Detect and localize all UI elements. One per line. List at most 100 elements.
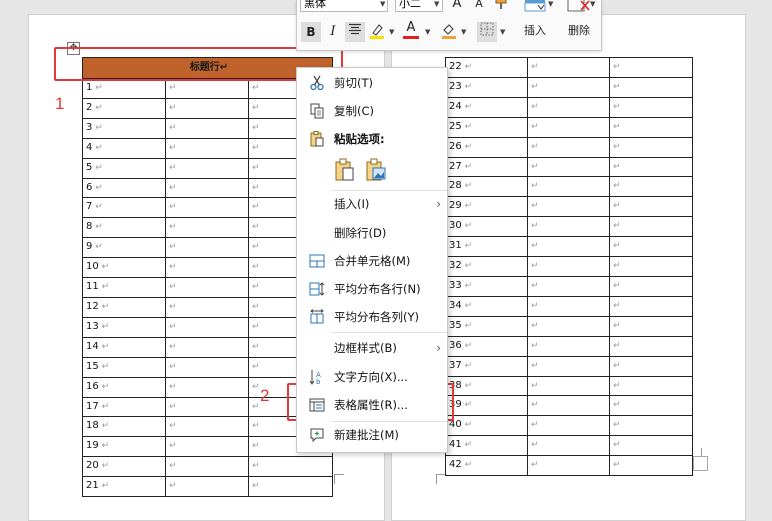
table-row[interactable]: 3 ↵ ↵ ↵ [82, 117, 334, 139]
table-cell[interactable]: ↵ [165, 157, 249, 179]
table-row[interactable]: 32 ↵ ↵ ↵ [445, 256, 693, 277]
table-right[interactable]: 22 ↵ ↵ ↵ 23 ↵ ↵ ↵ 24 ↵ ↵ ↵ 25 ↵ ↵ ↵ 26 ↵ ↵ ↵… [445, 57, 693, 477]
menu-item-text-direction[interactable]: Ab 文字方向(X)... [297, 365, 447, 389]
table-cell[interactable]: ↵ [165, 376, 249, 398]
table-cell[interactable]: ↵ [609, 415, 693, 437]
table-row[interactable]: 21 ↵ ↵ ↵ [82, 476, 334, 498]
table-row[interactable]: 15 ↵ ↵ ↵ [82, 356, 334, 378]
table-cell[interactable]: 23 ↵ [445, 76, 528, 98]
table-cell[interactable]: ↵ [609, 156, 693, 178]
table-cell[interactable]: ↵ [527, 315, 610, 337]
table-cell[interactable]: ↵ [609, 176, 693, 198]
table-cell[interactable]: ↵ [527, 57, 610, 78]
table-cell[interactable]: ↵ [527, 395, 610, 417]
font-name-select[interactable]: 黑体 [300, 0, 388, 12]
table-row[interactable]: 38 ↵ ↵ ↵ [445, 375, 693, 397]
chevron-down-icon[interactable]: ▼ [500, 28, 505, 36]
table-cell[interactable]: ↵ [609, 295, 693, 317]
table-cell[interactable]: ↵ [609, 315, 693, 337]
table-row[interactable]: 10 ↵ ↵ ↵ [82, 257, 334, 279]
table-cell[interactable]: 41 ↵ [445, 435, 528, 457]
table-cell[interactable]: 13 ↵ [82, 316, 166, 338]
table-cell[interactable]: 7 ↵ [82, 197, 166, 219]
table-cell[interactable]: ↵ [527, 275, 610, 297]
menu-item-insert[interactable]: 插入(I) › [297, 192, 447, 216]
table-cell[interactable]: 34 ↵ [445, 295, 528, 317]
menu-item-merge-cells[interactable]: 合并单元格(M) [297, 249, 447, 273]
table-cell[interactable]: ↵ [165, 436, 249, 458]
table-row[interactable]: 36 ↵ ↵ ↵ [445, 335, 693, 357]
table-cell[interactable]: ↵ [609, 96, 693, 118]
table-cell[interactable]: 18 ↵ [82, 416, 166, 438]
highlight-icon[interactable] [367, 22, 387, 42]
table-cell[interactable]: 3 ↵ [82, 117, 166, 139]
table-cell[interactable]: ↵ [527, 355, 610, 377]
shading-icon[interactable] [439, 22, 459, 42]
table-cell[interactable]: ↵ [165, 296, 249, 318]
table-cell[interactable]: ↵ [527, 96, 610, 118]
table-cell[interactable]: 19 ↵ [82, 436, 166, 458]
menu-item-distribute-cols[interactable]: 平均分布各列(Y) [297, 305, 447, 329]
format-painter-icon[interactable] [491, 0, 511, 14]
paste-keep-format-icon[interactable] [334, 158, 356, 182]
table-cell[interactable]: ↵ [609, 76, 693, 98]
table-cell[interactable]: ↵ [527, 375, 610, 397]
table-row[interactable]: 42 ↵ ↵ ↵ [445, 455, 693, 477]
table-cell[interactable]: 40 ↵ [445, 415, 528, 437]
table-cell[interactable]: ↵ [165, 356, 249, 378]
table-cell[interactable]: ↵ [527, 216, 610, 238]
table-cell[interactable]: ↵ [527, 136, 610, 158]
align-center-icon[interactable] [345, 22, 365, 42]
table-cell[interactable]: 2 ↵ [82, 97, 166, 119]
table-row[interactable]: 25 ↵ ↵ ↵ [445, 116, 693, 138]
table-cell[interactable]: 26 ↵ [445, 136, 528, 158]
table-cell[interactable]: ↵ [165, 456, 249, 478]
menu-item-new-comment[interactable]: 新建批注(M) [297, 423, 447, 447]
table-cell[interactable]: ↵ [165, 137, 249, 159]
table-row[interactable]: 24 ↵ ↵ ↵ [445, 96, 693, 118]
table-row[interactable]: 20 ↵ ↵ ↵ [82, 456, 334, 478]
chevron-down-icon[interactable]: ▼ [380, 0, 385, 8]
table-cell[interactable]: ↵ [527, 415, 610, 437]
table-cell[interactable]: 25 ↵ [445, 116, 528, 138]
table-cell[interactable]: ↵ [609, 395, 693, 417]
table-cell[interactable]: 24 ↵ [445, 96, 528, 118]
table-cell[interactable]: ↵ [527, 116, 610, 138]
table-row[interactable]: 26 ↵ ↵ ↵ [445, 136, 693, 158]
table-cell[interactable]: 6 ↵ [82, 177, 166, 199]
insert-button[interactable]: ▼ 插入 [515, 0, 555, 48]
table-cell[interactable]: 8 ↵ [82, 217, 166, 239]
table-cell[interactable]: 20 ↵ [82, 456, 166, 478]
table-cell[interactable]: ↵ [609, 256, 693, 277]
table-cell[interactable]: 5 ↵ [82, 157, 166, 179]
paste-picture-icon[interactable] [365, 158, 387, 182]
grow-font-button[interactable]: A [447, 0, 467, 14]
table-row[interactable]: 5 ↵ ↵ ↵ [82, 157, 334, 179]
menu-item-copy[interactable]: 复制(C) [297, 99, 447, 123]
table-cell[interactable]: 4 ↵ [82, 137, 166, 159]
table-cell[interactable]: 42 ↵ [445, 455, 528, 477]
table-cell[interactable]: ↵ [527, 76, 610, 98]
chevron-down-icon[interactable]: ▼ [389, 28, 394, 36]
table-cell[interactable]: 33 ↵ [445, 275, 528, 297]
table-cell[interactable]: ↵ [527, 256, 610, 277]
table-row[interactable]: 39 ↵ ↵ ↵ [445, 395, 693, 417]
table-row[interactable]: 27 ↵ ↵ ↵ [445, 156, 693, 178]
font-color-button[interactable]: A [401, 20, 421, 40]
table-row[interactable]: 11 ↵ ↵ ↵ [82, 277, 334, 298]
menu-item-border-style[interactable]: 边框样式(B) › [297, 336, 447, 360]
table-row[interactable]: 22 ↵ ↵ ↵ [445, 57, 693, 78]
bold-button[interactable]: B [301, 22, 321, 42]
table-cell[interactable]: ↵ [165, 78, 249, 99]
borders-icon[interactable] [477, 22, 497, 42]
table-cell[interactable]: 28 ↵ [445, 176, 528, 198]
table-cell[interactable]: ↵ [165, 117, 249, 139]
chevron-down-icon[interactable]: ▼ [590, 0, 595, 8]
table-cell[interactable]: ↵ [609, 116, 693, 138]
table-cell[interactable]: ↵ [609, 57, 693, 78]
table-cell[interactable]: 36 ↵ [445, 335, 528, 357]
shrink-font-button[interactable]: A [469, 0, 489, 14]
table-cell[interactable]: ↵ [609, 216, 693, 238]
menu-item-distribute-rows[interactable]: 平均分布各行(N) [297, 277, 447, 301]
table-cell[interactable]: ↵ [165, 476, 249, 498]
